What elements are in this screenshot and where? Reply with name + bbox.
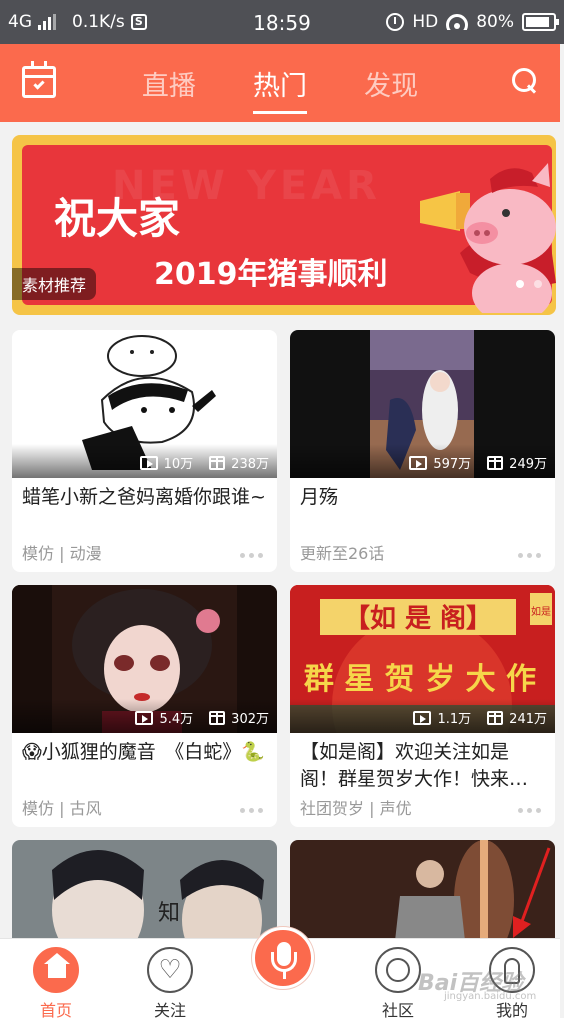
- search-icon[interactable]: [512, 68, 538, 94]
- gift-icon: [487, 455, 504, 470]
- banner-subline: 2019年猪事顺利: [154, 257, 388, 292]
- tab-hot[interactable]: 热门: [253, 64, 307, 114]
- top-tabs: 直播 热门 发现: [0, 64, 560, 114]
- video-thumbnail: 10万 238万: [12, 330, 277, 478]
- video-card[interactable]: 5.4万 302万 😱小狐狸的魔音 《白蛇》🐍 模仿 | 古风: [12, 585, 277, 827]
- view-count: 10万: [163, 457, 194, 472]
- hd-label: HD: [412, 12, 439, 32]
- video-thumbnail: 597万 249万: [290, 330, 555, 478]
- banner-headline: 祝大家: [54, 194, 181, 243]
- carousel-dot: [534, 280, 542, 288]
- baidu-watermark-url: jingyan.baidu.com: [444, 991, 537, 1002]
- battery-percent: 80%: [476, 12, 514, 32]
- banner-tag: 素材推荐: [12, 268, 97, 300]
- carousel-dot-active: [516, 280, 524, 288]
- red-arrow-annotation: [513, 847, 551, 938]
- thumb-title: 【如 是 阁】: [344, 603, 492, 634]
- thumb-caption: 知: [158, 901, 180, 926]
- video-title: 😱小狐狸的魔音 《白蛇》🐍: [22, 741, 265, 763]
- battery-icon: [522, 13, 559, 31]
- more-options-icon[interactable]: [518, 808, 541, 813]
- video-category: 模仿 | 古风: [22, 799, 102, 818]
- more-options-icon[interactable]: [240, 553, 263, 558]
- thumb-seal: 如是: [531, 605, 551, 618]
- video-thumbnail: 【如 是 阁】 群 星 贺 岁 大 作 如是 1.1万 241万: [290, 585, 555, 733]
- play-count-icon: [139, 455, 158, 470]
- tab-discover[interactable]: 发现: [364, 64, 418, 111]
- view-count: 597万: [433, 457, 472, 472]
- gift-icon: [209, 455, 226, 470]
- video-stats: 1.1万 241万: [413, 708, 547, 727]
- pig-mascot-icon: [420, 163, 556, 313]
- video-title: 蜡笔小新之爸妈离婚你跟谁~: [22, 486, 266, 508]
- play-count-icon: [413, 710, 432, 725]
- more-options-icon[interactable]: [518, 553, 541, 558]
- gift-icon: [487, 710, 504, 725]
- nav-follow[interactable]: ♡ 关注: [130, 947, 210, 1018]
- heart-icon: ♡: [147, 947, 193, 993]
- video-category: 更新至26话: [300, 544, 385, 563]
- carousel-dots: [516, 280, 542, 288]
- thumbnail-art-costume-drama: 知: [12, 840, 277, 950]
- nav-label-follow: 关注: [153, 1001, 186, 1018]
- view-count: 1.1万: [437, 712, 472, 727]
- video-card[interactable]: 597万 249万 月殇 更新至26话: [290, 330, 555, 572]
- nav-home[interactable]: 首页: [16, 947, 96, 1018]
- video-category: 社团贺岁 | 声优: [300, 799, 412, 818]
- video-title: 月殇: [300, 486, 339, 508]
- gift-icon: [209, 710, 226, 725]
- video-card[interactable]: 【如 是 阁】 群 星 贺 岁 大 作 如是 1.1万 241万 【如是阁】欢迎…: [290, 585, 555, 827]
- status-right: HD 80%: [386, 12, 559, 32]
- view-count: 5.4万: [159, 712, 194, 727]
- nav-label-community: 社区: [381, 1001, 414, 1018]
- gift-count: 241万: [509, 712, 547, 727]
- promo-banner[interactable]: NEW YEAR 祝大家 2019年猪事顺利 素材推荐: [12, 135, 556, 315]
- play-count-icon: [135, 710, 154, 725]
- gift-count: 302万: [231, 712, 269, 727]
- video-stats: 5.4万 302万: [135, 708, 269, 727]
- play-count-icon: [409, 455, 428, 470]
- thumb-caption: 群 星 贺 岁 大 作: [304, 662, 536, 697]
- top-header: 直播 热门 发现: [0, 44, 560, 122]
- wifi-icon: [446, 14, 469, 30]
- gift-count: 238万: [231, 457, 269, 472]
- video-thumbnail: 5.4万 302万: [12, 585, 277, 733]
- tab-live[interactable]: 直播: [142, 64, 196, 111]
- video-stats: 597万 249万: [409, 453, 547, 472]
- nav-label-home: 首页: [39, 1001, 72, 1018]
- more-options-icon[interactable]: [240, 808, 263, 813]
- video-stats: 10万 238万: [139, 453, 269, 472]
- status-bar: 4G 0.1K/s S 18:59 HD 80%: [0, 0, 564, 44]
- video-title: 【如是阁】欢迎关注如是阁！群星贺岁大作！快来…: [300, 741, 529, 790]
- video-card[interactable]: 10万 238万 蜡笔小新之爸妈离婚你跟谁~ 模仿 | 动漫: [12, 330, 277, 572]
- mic-record-button[interactable]: [252, 927, 314, 989]
- home-icon: [33, 947, 79, 993]
- ring-icon: [375, 947, 421, 993]
- alarm-icon: [386, 13, 405, 31]
- gift-count: 249万: [509, 457, 547, 472]
- video-category: 模仿 | 动漫: [22, 544, 102, 563]
- video-card[interactable]: 知: [12, 840, 277, 950]
